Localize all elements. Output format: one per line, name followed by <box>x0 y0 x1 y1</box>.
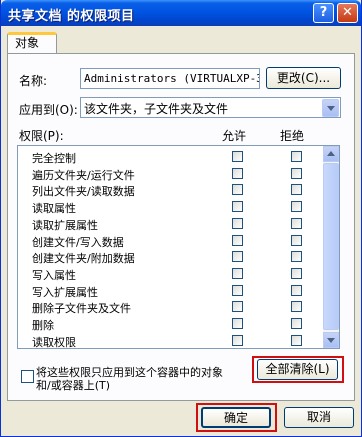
deny-checkbox[interactable] <box>291 267 302 279</box>
permission-row: 删除 <box>18 316 324 333</box>
permission-row: 写入扩展属性 <box>18 283 324 300</box>
name-label: 名称: <box>19 74 48 88</box>
permission-name: 创建文件/写入数据 <box>32 235 124 249</box>
allow-header: 允许 <box>222 129 247 143</box>
allow-checkbox[interactable] <box>232 284 243 296</box>
permission-row: 列出文件夹/读取数据 <box>18 182 324 199</box>
permission-name: 读取属性 <box>32 202 76 216</box>
deny-checkbox[interactable] <box>291 251 302 263</box>
scroll-thumb[interactable] <box>323 163 339 330</box>
allow-checkbox[interactable] <box>232 267 243 279</box>
permission-name: 删除子文件夹及文件 <box>32 302 131 316</box>
clear-all-button[interactable]: 全部清除(L) <box>257 359 338 380</box>
allow-checkbox[interactable] <box>232 151 243 162</box>
permission-entry-dialog: 共享文档 的权限项目 ? ✕ 对象 名称: Administrators (VI… <box>0 0 362 437</box>
allow-checkbox[interactable] <box>232 184 243 196</box>
permission-name: 遍历文件夹/运行文件 <box>32 168 135 182</box>
allow-checkbox[interactable] <box>232 334 243 346</box>
deny-checkbox[interactable] <box>291 184 302 196</box>
help-button[interactable]: ? <box>313 3 334 23</box>
permissions-list: 完全控制遍历文件夹/运行文件 列出文件夹/读取数据 读取属性读取扩展属性创建文件/写… <box>17 145 340 349</box>
scroll-up-button[interactable] <box>323 146 339 162</box>
permission-row: 完全控制 <box>18 149 324 166</box>
allow-checkbox[interactable] <box>232 234 243 246</box>
deny-checkbox[interactable] <box>291 201 302 213</box>
window-title: 共享文档 的权限项目 <box>8 9 135 24</box>
deny-checkbox[interactable] <box>291 167 302 179</box>
permission-row: 写入属性 <box>18 266 324 283</box>
apply-to-select[interactable]: 该文件夹，子文件夹及文件 <box>80 97 341 118</box>
close-icon: ✕ <box>342 5 353 20</box>
tab-bar: 对象 <box>7 32 355 54</box>
deny-checkbox[interactable] <box>291 334 302 346</box>
permission-row: 删除子文件夹及文件 <box>18 299 324 316</box>
permissions-label: 权限(P): <box>19 129 64 143</box>
allow-checkbox[interactable] <box>232 167 243 179</box>
allow-checkbox[interactable] <box>232 251 243 263</box>
chevron-down-icon[interactable] <box>322 99 339 117</box>
apply-to-value: 该文件夹，子文件夹及文件 <box>84 102 229 116</box>
deny-checkbox[interactable] <box>291 318 302 329</box>
deny-checkbox[interactable] <box>291 301 302 313</box>
permission-name: 创建文件夹/附加数据 <box>32 252 135 266</box>
permission-row: 读取权限 <box>18 333 324 349</box>
chevron-down-icon <box>327 338 335 343</box>
ok-button[interactable]: 确定 <box>201 407 271 428</box>
apply-only-line2: 和/或容器上(T) <box>36 379 111 392</box>
question-mark-icon: ? <box>319 5 328 20</box>
permission-name: 读取扩展属性 <box>32 218 98 232</box>
deny-checkbox[interactable] <box>291 217 302 229</box>
permission-row: 创建文件/写入数据 <box>18 233 324 250</box>
deny-checkbox[interactable] <box>291 284 302 296</box>
permission-name: 读取权限 <box>32 335 76 349</box>
permission-name: 列出文件夹/读取数据 <box>32 185 135 199</box>
permission-name: 删除 <box>32 319 54 332</box>
allow-checkbox[interactable] <box>232 301 243 313</box>
allow-checkbox[interactable] <box>232 201 243 213</box>
scroll-down-button[interactable] <box>323 332 339 348</box>
deny-checkbox[interactable] <box>291 151 302 162</box>
close-button[interactable]: ✕ <box>337 3 358 23</box>
apply-to-label: 应用到(O): <box>19 103 78 117</box>
cancel-button[interactable]: 取消 <box>284 407 354 428</box>
allow-checkbox[interactable] <box>232 318 243 329</box>
name-field: Administrators (VIRTUALXP-351 <box>80 68 260 89</box>
permission-row: 创建文件夹/附加数据 <box>18 249 324 266</box>
deny-checkbox[interactable] <box>291 234 302 246</box>
change-button[interactable]: 更改(C)... <box>266 67 341 89</box>
permission-row: 遍历文件夹/运行文件 <box>18 166 324 183</box>
permission-row: 读取扩展属性 <box>18 216 324 233</box>
permission-name: 写入属性 <box>32 268 76 282</box>
chevron-up-icon <box>327 151 335 156</box>
tab-object[interactable]: 对象 <box>7 32 57 54</box>
title-bar[interactable]: 共享文档 的权限项目 ? ✕ <box>1 0 361 26</box>
scrollbar[interactable] <box>323 146 339 348</box>
permission-row: 读取属性 <box>18 199 324 216</box>
permission-name: 完全控制 <box>32 152 76 165</box>
name-value: Administrators (VIRTUALXP-351 <box>84 72 260 85</box>
deny-header: 拒绝 <box>280 129 305 143</box>
allow-checkbox[interactable] <box>232 217 243 229</box>
permission-name: 写入扩展属性 <box>32 285 98 299</box>
apply-only-checkbox[interactable] <box>21 370 34 383</box>
